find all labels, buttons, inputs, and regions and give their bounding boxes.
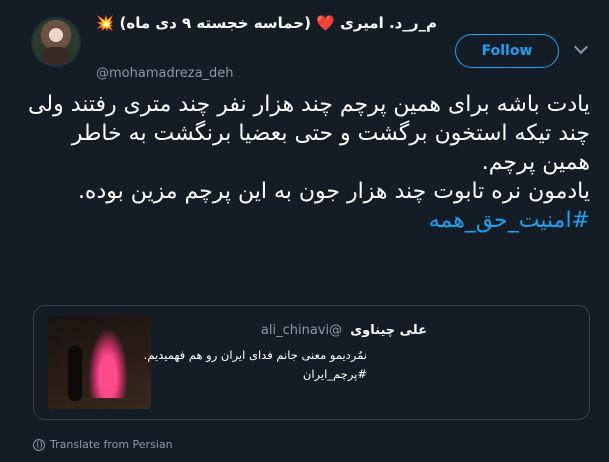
quoted-author-name: علی چیناوی (350, 323, 427, 338)
quoted-tweet-header: علی چیناوی @ali_chinavi (261, 323, 427, 338)
translate-link[interactable]: Translate from Persian (33, 438, 173, 451)
collision-icon: 💥 (95, 14, 115, 32)
tweet-text: یادت باشه برای همین پرچم چند هزار نفر چن… (28, 90, 590, 235)
tweet-line: یادمون نره تابوت چند هزار جون به این پرچ… (77, 179, 590, 204)
translate-label: Translate from Persian (50, 438, 173, 451)
quoted-tweet-text: نمُردیمو معنی جانم فدای ایران رو هم فهمی… (67, 346, 367, 384)
chevron-down-icon[interactable] (573, 39, 589, 55)
tweet-line: یادت باشه برای همین پرچم چند هزار نفر چن… (28, 92, 590, 175)
author-display-name[interactable]: م_ر_د. امیری ❤️ (حماسه خجسته ۹ دی ماه) 💥 (96, 14, 437, 32)
quoted-tweet-card[interactable]: علی چیناوی @ali_chinavi نمُردیمو معنی جا… (33, 305, 590, 420)
quoted-author-handle: @ali_chinavi (260, 323, 343, 338)
quoted-text-line: نمُردیمو معنی جانم فدای ایران رو هم فهمی… (143, 348, 367, 362)
author-handle[interactable]: @mohamadreza_deh (96, 66, 234, 81)
author-name-part1: م_ر_د. امیری (340, 14, 437, 32)
follow-button[interactable]: Follow (455, 34, 559, 68)
tweet-hashtag-link[interactable]: #امنیت_حق_همه (28, 206, 590, 235)
author-avatar[interactable] (31, 17, 81, 67)
heart-icon: ❤️ (316, 14, 335, 32)
globe-icon (33, 438, 45, 451)
avatar-figure (41, 47, 71, 65)
quoted-hashtag: #پرچم_ایران (302, 367, 367, 381)
author-name-part2: (حماسه خجسته ۹ دی ماه) (119, 14, 311, 32)
